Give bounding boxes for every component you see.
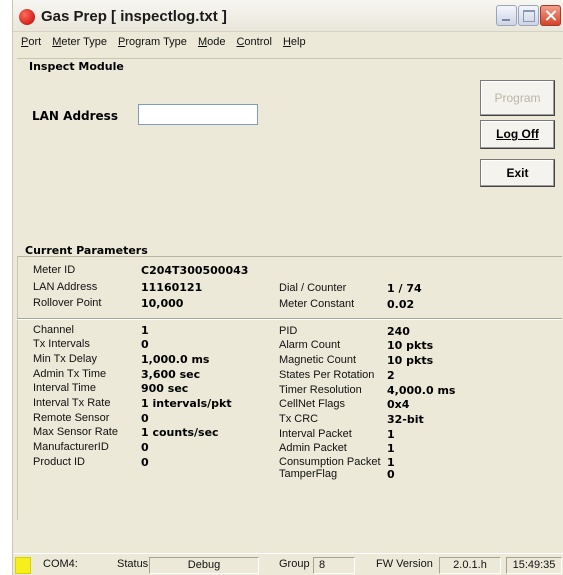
param-label: Tx CRC bbox=[279, 413, 319, 425]
param-value: 0 bbox=[141, 456, 149, 469]
status-label: Status bbox=[117, 558, 149, 570]
dial-counter-value: 1 / 74 bbox=[387, 282, 422, 295]
minimize-button[interactable] bbox=[496, 5, 517, 26]
clock: 15:49:35 bbox=[506, 557, 562, 574]
param-label: ManufacturerID bbox=[33, 441, 109, 453]
title-bar[interactable]: Gas Prep [ inspectlog.txt ] bbox=[13, 0, 563, 32]
rollover-point-value: 10,000 bbox=[141, 297, 184, 310]
param-value: 32-bit bbox=[387, 413, 424, 426]
menu-mode[interactable]: Mode bbox=[195, 33, 234, 53]
param-label: Alarm Count bbox=[279, 339, 341, 351]
param-value: 1 bbox=[387, 442, 395, 455]
param-label: Channel bbox=[33, 324, 74, 336]
menu-control[interactable]: Control bbox=[233, 33, 279, 53]
meter-constant-label: Meter Constant bbox=[279, 298, 355, 310]
connection-indicator-icon bbox=[15, 557, 31, 574]
menu-port[interactable]: Port bbox=[18, 33, 49, 53]
param-value: 10 pkts bbox=[387, 339, 434, 352]
group-value: 8 bbox=[313, 557, 355, 574]
app-window: Gas Prep [ inspectlog.txt ] Port Meter T… bbox=[12, 0, 563, 575]
param-value: 0 bbox=[141, 412, 149, 425]
param-value: 0 bbox=[141, 441, 149, 454]
exit-button[interactable]: Exit bbox=[480, 159, 555, 187]
param-value: 4,000.0 ms bbox=[387, 384, 456, 397]
menu-meter-type[interactable]: Meter Type bbox=[49, 33, 115, 53]
param-value: 1 bbox=[387, 428, 395, 441]
param-label: Timer Resolution bbox=[279, 384, 362, 396]
lan-address-param-value: 11160121 bbox=[141, 281, 203, 294]
param-label: CellNet Flags bbox=[279, 398, 346, 410]
status-bar: COM4: Status Debug Group 8 FW Version 2.… bbox=[13, 553, 563, 575]
param-value: 240 bbox=[387, 325, 410, 338]
meter-id-value: C204T300500043 bbox=[141, 264, 249, 277]
param-label: Tx Intervals bbox=[33, 338, 90, 350]
fw-version-label: FW Version bbox=[376, 558, 433, 570]
param-label: Remote Sensor bbox=[33, 412, 110, 424]
param-label: Consumption Packet bbox=[279, 456, 381, 468]
log-off-button[interactable]: Log Off bbox=[480, 120, 555, 149]
fw-version-value: 2.0.1.h bbox=[439, 557, 501, 574]
param-value: 1 bbox=[141, 324, 149, 337]
port-status: COM4: bbox=[43, 558, 78, 570]
param-value: 900 sec bbox=[141, 382, 189, 395]
param-value: 0 bbox=[141, 338, 149, 351]
menu-program-type[interactable]: Program Type bbox=[115, 33, 195, 53]
param-value: 3,600 sec bbox=[141, 368, 201, 381]
param-value: 0 bbox=[387, 468, 395, 481]
param-value: 10 pkts bbox=[387, 354, 434, 367]
param-label: TamperFlag bbox=[279, 468, 338, 480]
close-button[interactable] bbox=[540, 5, 561, 26]
param-value: 1,000.0 ms bbox=[141, 353, 210, 366]
param-label: Interval Tx Rate bbox=[33, 397, 111, 409]
param-value: 1 counts/sec bbox=[141, 426, 219, 439]
param-label: Interval Time bbox=[33, 382, 96, 394]
param-label: Admin Tx Time bbox=[33, 368, 107, 380]
param-label: Min Tx Delay bbox=[33, 353, 97, 365]
menu-bar: Port Meter Type Program Type Mode Contro… bbox=[13, 33, 563, 53]
parameters-divider bbox=[17, 318, 562, 320]
param-value: 0x4 bbox=[387, 398, 410, 411]
param-value: 2 bbox=[387, 369, 395, 382]
param-label: States Per Rotation bbox=[279, 369, 375, 381]
rollover-point-label: Rollover Point bbox=[33, 297, 102, 309]
meter-id-label: Meter ID bbox=[33, 264, 76, 276]
dial-counter-label: Dial / Counter bbox=[279, 282, 347, 294]
mode-status: Debug bbox=[149, 557, 259, 574]
lan-address-input[interactable] bbox=[138, 104, 258, 125]
param-label: Interval Packet bbox=[279, 428, 352, 440]
window-title: Gas Prep [ inspectlog.txt ] bbox=[41, 8, 227, 25]
param-label: Product ID bbox=[33, 456, 85, 468]
lan-address-param-label: LAN Address bbox=[33, 281, 98, 293]
app-icon[interactable] bbox=[19, 9, 35, 25]
meter-constant-value: 0.02 bbox=[387, 298, 415, 311]
menu-help[interactable]: Help bbox=[280, 33, 314, 53]
lan-address-label: LAN Address bbox=[32, 109, 118, 123]
param-label: PID bbox=[279, 325, 298, 337]
inspect-module-title: Inspect Module bbox=[29, 60, 124, 73]
program-button[interactable]: Program bbox=[480, 80, 555, 116]
param-value: 1 intervals/pkt bbox=[141, 397, 232, 410]
param-label: Admin Packet bbox=[279, 442, 347, 454]
param-label: Max Sensor Rate bbox=[33, 426, 118, 438]
maximize-button[interactable] bbox=[518, 5, 539, 26]
param-label: Magnetic Count bbox=[279, 354, 357, 366]
